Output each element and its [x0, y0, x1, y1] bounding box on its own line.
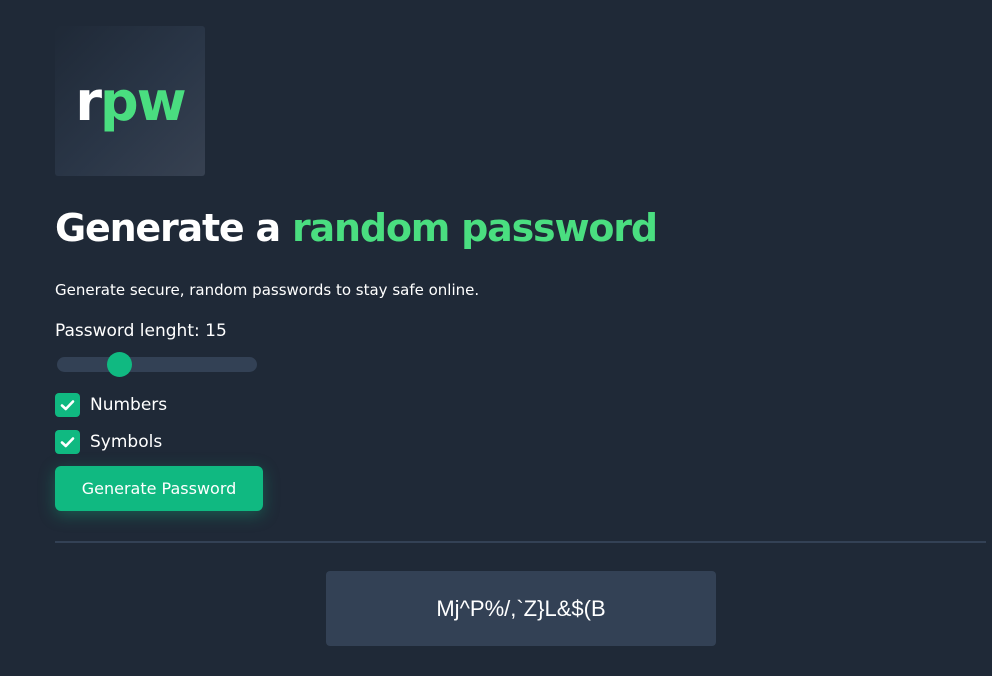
slider-thumb[interactable]: [106, 352, 132, 377]
length-label-prefix: Password lenght:: [55, 321, 206, 341]
title-accent: random password: [292, 206, 658, 250]
password-output[interactable]: Mj^P%/,`Z}L&$(B: [326, 571, 716, 646]
app-page: r pw Generate a random password Generate …: [0, 0, 992, 676]
password-length-slider[interactable]: [57, 352, 257, 377]
symbols-checkbox[interactable]: [55, 430, 80, 454]
checkmark-icon: [60, 437, 75, 448]
generate-password-button[interactable]: Generate Password: [55, 466, 263, 511]
numbers-label: Numbers: [90, 395, 168, 415]
numbers-checkbox[interactable]: [55, 393, 80, 417]
symbols-option[interactable]: Symbols: [55, 430, 162, 454]
password-length-label: Password lenght: 15: [55, 321, 227, 341]
logo-letter-r: r: [75, 69, 102, 133]
page-subtitle: Generate secure, random passwords to sta…: [55, 281, 480, 299]
title-prefix: Generate a: [55, 206, 293, 250]
length-value: 15: [205, 321, 227, 341]
numbers-option[interactable]: Numbers: [55, 393, 167, 417]
checkmark-icon: [60, 400, 75, 411]
divider: [55, 541, 986, 543]
symbols-label: Symbols: [90, 432, 163, 452]
page-title: Generate a random password: [55, 206, 658, 250]
rpw-logo: r pw: [55, 26, 205, 176]
logo-letters-pw: pw: [100, 69, 187, 133]
